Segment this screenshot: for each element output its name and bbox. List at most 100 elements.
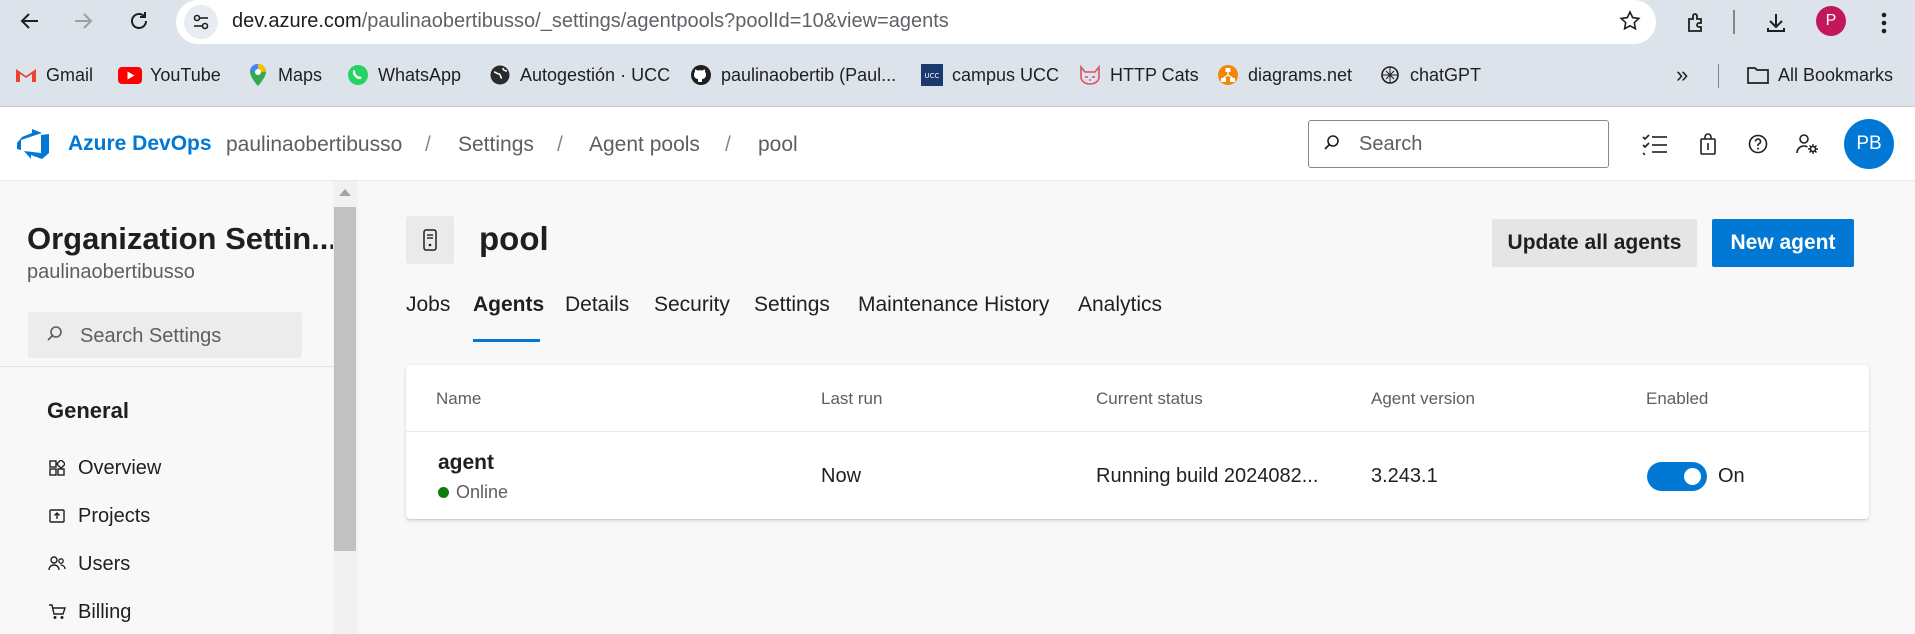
bookmark-whatsapp[interactable]: WhatsApp <box>346 58 461 92</box>
column-header-agent-version[interactable]: Agent version <box>1371 389 1475 409</box>
globe-icon <box>488 63 512 87</box>
extensions-icon[interactable] <box>1682 8 1712 38</box>
cat-icon <box>1078 63 1102 87</box>
agents-table: Name Last run Current status Agent versi… <box>406 365 1869 519</box>
sidebar-scrollbar-thumb[interactable] <box>334 207 356 551</box>
user-avatar[interactable]: PB <box>1844 119 1894 169</box>
tab-maintenance-history[interactable]: Maintenance History <box>858 293 1049 317</box>
tab-jobs[interactable]: Jobs <box>406 293 450 317</box>
bookmark-diagrams[interactable]: diagrams.net <box>1216 58 1352 92</box>
bookmark-maps[interactable]: Maps <box>246 58 322 92</box>
header-search-input[interactable] <box>1359 129 1599 159</box>
column-header-enabled[interactable]: Enabled <box>1646 389 1708 409</box>
sidebar-title: Organization Settin... <box>27 221 338 256</box>
online-status-dot-icon <box>438 487 449 498</box>
azure-devops-logo-icon[interactable] <box>16 129 50 159</box>
sidebar-item-label: Users <box>78 552 131 575</box>
agent-name[interactable]: agent <box>438 451 494 475</box>
help-icon[interactable] <box>1743 129 1773 159</box>
search-icon <box>46 325 64 348</box>
overview-icon <box>48 459 66 477</box>
brand-title[interactable]: Azure DevOps <box>68 132 212 156</box>
user-settings-icon[interactable] <box>1793 129 1823 159</box>
agent-version: 3.243.1 <box>1371 465 1438 487</box>
back-button[interactable] <box>15 6 45 36</box>
agent-enabled-label: On <box>1718 465 1745 487</box>
site-settings-icon[interactable] <box>184 5 218 39</box>
sidebar-item-projects[interactable]: Projects <box>48 501 150 531</box>
github-icon <box>689 63 713 87</box>
tab-analytics[interactable]: Analytics <box>1078 293 1162 317</box>
agent-state-label: Online <box>456 482 509 502</box>
reload-icon <box>131 12 147 29</box>
bookmark-label: YouTube <box>150 64 221 85</box>
bookmark-label: paulinaobertib (Paul... <box>721 64 897 85</box>
tab-security[interactable]: Security <box>654 293 730 317</box>
tab-agents[interactable]: Agents <box>473 293 544 317</box>
sidebar-group-general: General <box>47 398 129 423</box>
bookmarks-bar: Gmail YouTube Maps WhatsApp Autogestión … <box>0 58 1915 92</box>
reload-button[interactable] <box>124 6 154 36</box>
agent-current-status[interactable]: Running build 2024082... <box>1096 465 1318 488</box>
toggle-knob <box>1684 468 1701 485</box>
breadcrumb-separator: / <box>425 133 431 156</box>
browser-chrome: dev.azure.com/paulinaobertibusso/_settin… <box>0 0 1915 107</box>
bookmark-autogestion[interactable]: Autogestión · UCC <box>488 58 670 92</box>
sidebar-divider <box>0 366 333 367</box>
tab-settings[interactable]: Settings <box>754 293 830 317</box>
bookmarks-separator <box>1718 64 1719 88</box>
bookmark-campus-ucc[interactable]: UCC campus UCC <box>920 58 1059 92</box>
bookmark-gmail[interactable]: Gmail <box>14 58 93 92</box>
header-search-box[interactable] <box>1308 120 1609 168</box>
scroll-up-arrow-icon[interactable] <box>339 189 351 196</box>
profile-avatar[interactable]: P <box>1816 6 1846 36</box>
bookmark-github[interactable]: paulinaobertib (Paul... <box>689 58 896 92</box>
all-bookmarks-button[interactable]: All Bookmarks <box>1746 58 1893 92</box>
column-header-current-status[interactable]: Current status <box>1096 389 1203 409</box>
table-header-divider <box>406 431 1869 432</box>
breadcrumb-separator: / <box>557 133 563 156</box>
update-all-agents-button[interactable]: Update all agents <box>1492 219 1697 267</box>
column-header-name[interactable]: Name <box>436 389 481 409</box>
settings-search-box[interactable] <box>28 312 302 358</box>
breadcrumb-organization[interactable]: paulinaobertibusso <box>226 133 402 157</box>
bookmark-label: WhatsApp <box>378 64 462 85</box>
sidebar-item-billing[interactable]: Billing <box>48 597 131 627</box>
marketplace-bag-icon[interactable] <box>1693 129 1723 159</box>
sidebar-item-label: Projects <box>78 504 151 527</box>
bookmark-http-cats[interactable]: HTTP Cats <box>1078 58 1199 92</box>
breadcrumb-pool[interactable]: pool <box>758 133 798 157</box>
browser-menu-icon[interactable] <box>1869 8 1899 38</box>
ucc-icon: UCC <box>920 63 944 87</box>
settings-search-input[interactable] <box>80 321 290 351</box>
folder-icon <box>1746 63 1770 87</box>
all-bookmarks-label: All Bookmarks <box>1778 64 1894 85</box>
sidebar-item-overview[interactable]: Overview <box>48 453 161 483</box>
agent-enabled-toggle[interactable] <box>1647 462 1707 491</box>
url-host: dev.azure.com <box>232 10 362 32</box>
downloads-icon[interactable] <box>1761 8 1791 38</box>
agent-status: Online <box>438 482 508 503</box>
bookmarks-overflow-button[interactable]: » <box>1676 58 1688 92</box>
tab-details[interactable]: Details <box>565 293 629 317</box>
sidebar-item-users[interactable]: Users <box>48 549 130 579</box>
new-agent-button[interactable]: New agent <box>1712 219 1854 267</box>
address-bar[interactable]: dev.azure.com/paulinaobertibusso/_settin… <box>176 0 1656 44</box>
projects-icon <box>48 507 66 525</box>
bookmark-label: HTTP Cats <box>1110 64 1199 85</box>
breadcrumb-agent-pools[interactable]: Agent pools <box>589 133 700 157</box>
bookmark-youtube[interactable]: YouTube <box>118 58 221 92</box>
bookmark-label: Maps <box>278 64 323 85</box>
bookmark-chatgpt[interactable]: chatGPT <box>1378 58 1481 92</box>
work-items-icon[interactable] <box>1640 129 1670 159</box>
youtube-icon <box>118 63 142 87</box>
forward-button[interactable] <box>68 6 98 36</box>
breadcrumb-settings[interactable]: Settings <box>458 133 534 157</box>
sidebar-subtitle: paulinaobertibusso <box>27 261 195 283</box>
forward-arrow-icon <box>75 13 93 29</box>
bookmark-star-icon[interactable] <box>1618 9 1642 40</box>
svg-text:UCC: UCC <box>925 72 940 80</box>
column-header-last-run[interactable]: Last run <box>821 389 882 409</box>
breadcrumb-separator: / <box>725 133 731 156</box>
bookmark-label: diagrams.net <box>1248 64 1353 85</box>
